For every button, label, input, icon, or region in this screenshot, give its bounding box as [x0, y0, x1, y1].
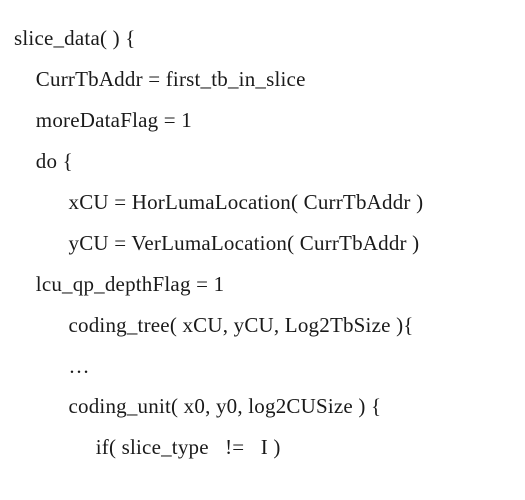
code-line: coding_tree( xCU, yCU, Log2TbSize ){	[14, 305, 511, 346]
code-line: moreDataFlag = 1	[14, 100, 511, 141]
code-line: lcu_qp_depthFlag = 1	[14, 264, 511, 305]
code-line: …	[14, 346, 511, 387]
code-line: if( slice_type != I )	[14, 427, 511, 468]
code-line: yCU = VerLumaLocation( CurrTbAddr )	[14, 223, 511, 264]
code-line: CurrTbAddr = first_tb_in_slice	[14, 59, 511, 100]
code-block: slice_data( ) { CurrTbAddr = first_tb_in…	[0, 0, 525, 468]
code-line: coding_unit( x0, y0, log2CUSize ) {	[14, 386, 511, 427]
code-line: xCU = HorLumaLocation( CurrTbAddr )	[14, 182, 511, 223]
code-line: slice_data( ) {	[14, 18, 511, 59]
code-line: do {	[14, 141, 511, 182]
